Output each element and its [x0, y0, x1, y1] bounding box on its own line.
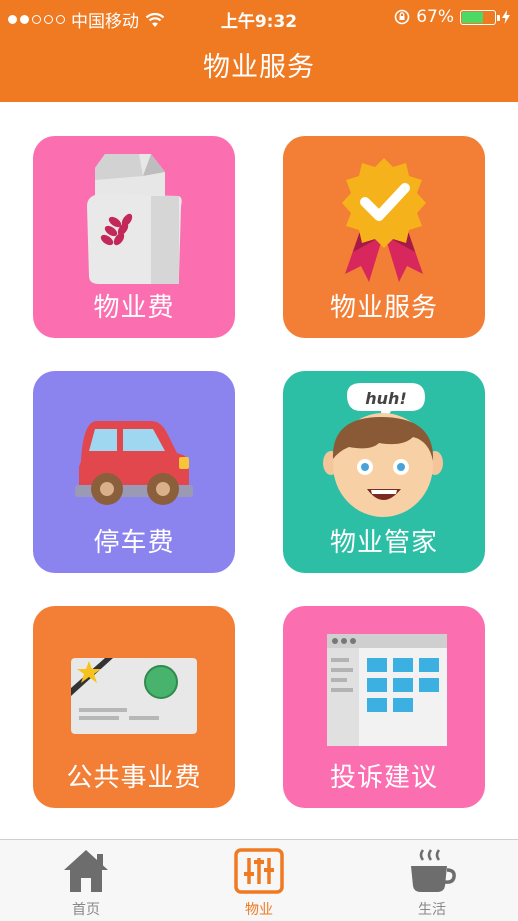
tab-bar: 首页 物业 生活 [0, 839, 518, 921]
status-right: 67% [394, 7, 510, 27]
battery-percent: 67% [416, 7, 454, 27]
tile-utility-fee[interactable]: 公共事业费 [33, 606, 235, 808]
tab-label: 物业 [245, 902, 273, 918]
tab-label: 首页 [72, 902, 100, 918]
tile-label: 公共事业费 [66, 763, 202, 793]
tab-label: 生活 [418, 902, 446, 918]
coffee-cup-icon [411, 849, 456, 892]
tile-label: 物业服务 [329, 293, 438, 323]
tile-property-butler[interactable]: huh! 物业管家 [283, 371, 485, 573]
tile-label: 物业管家 [329, 528, 438, 558]
tile-label: 投诉建议 [329, 763, 438, 793]
tab-property[interactable]: 物业 [199, 840, 319, 921]
property-icon [234, 848, 284, 894]
status-bar: 中国移动 上午9:32 67% [0, 0, 518, 34]
tile-property-service[interactable]: 物业服务 [283, 136, 485, 338]
tab-life[interactable]: 生活 [372, 840, 492, 921]
tab-home[interactable]: 首页 [26, 840, 146, 921]
tile-parking-fee[interactable]: 停车费 [33, 371, 235, 573]
tile-label: 物业费 [93, 293, 175, 323]
tile-label: 停车费 [93, 528, 175, 558]
battery-icon [460, 9, 500, 25]
tile-property-fee[interactable]: 物业费 [33, 136, 235, 338]
charging-icon [502, 10, 510, 24]
page-title: 物业服务 [203, 52, 315, 83]
speech-bubble-text: huh! [365, 389, 406, 408]
orientation-lock-icon [394, 9, 410, 25]
tile-complaints-suggestions[interactable]: 投诉建议 [283, 606, 485, 808]
nav-header: 物业服务 [0, 34, 518, 102]
home-icon [64, 850, 108, 892]
